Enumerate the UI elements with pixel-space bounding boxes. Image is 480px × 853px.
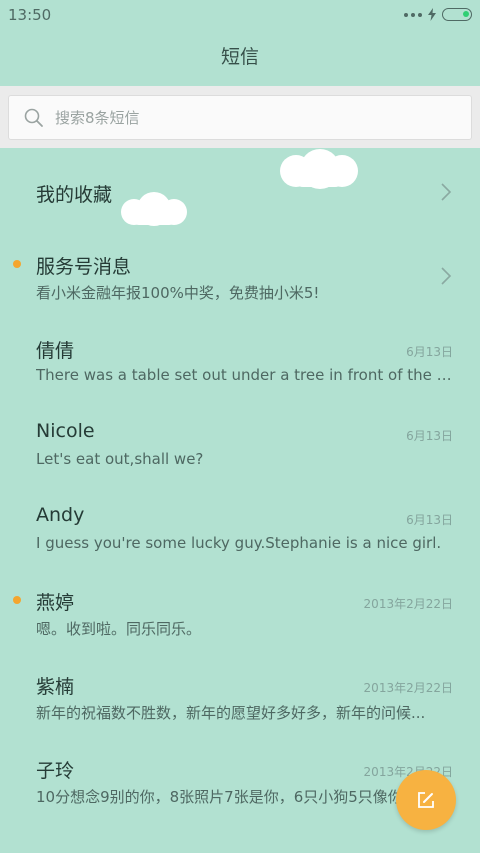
conversation-name: 倩倩 bbox=[36, 340, 75, 362]
conversation-name: Andy bbox=[36, 504, 85, 526]
unread-dot bbox=[13, 596, 21, 604]
conversation-item-service[interactable]: 服务号消息 看小米金融年报100%中奖，免费抽小米5! bbox=[0, 232, 480, 316]
compose-icon bbox=[418, 792, 434, 808]
conversation-item[interactable]: 倩倩 6月13日 There was a table set out under… bbox=[0, 316, 480, 400]
conversation-preview: I guess you're some lucky guy.Stephanie … bbox=[36, 534, 442, 552]
conversation-name: 服务号消息 bbox=[36, 256, 132, 278]
status-bar: 13:50 bbox=[0, 0, 480, 30]
battery-icon bbox=[442, 8, 472, 21]
status-time: 13:50 bbox=[8, 6, 52, 24]
compose-button[interactable] bbox=[396, 770, 456, 830]
conversation-item[interactable]: 燕婷 2013年2月22日 嗯。收到啦。同乐同乐。 bbox=[0, 568, 480, 652]
lightning-icon bbox=[428, 8, 436, 21]
chevron-right-icon bbox=[441, 183, 452, 201]
conversation-date: 2013年2月22日 bbox=[363, 597, 453, 611]
conversation-name: 燕婷 bbox=[36, 592, 75, 614]
conversation-name: Nicole bbox=[36, 420, 95, 442]
conversation-name: 子玲 bbox=[36, 760, 75, 782]
search-input[interactable]: 搜索8条短信 bbox=[8, 95, 472, 140]
conversation-name: 紫楠 bbox=[36, 676, 75, 698]
unread-dot bbox=[13, 260, 21, 268]
conversation-preview: Let's eat out,shall we? bbox=[36, 450, 204, 468]
conversation-preview: 嗯。收到啦。同乐同乐。 bbox=[36, 620, 202, 638]
conversation-preview: 看小米金融年报100%中奖，免费抽小米5! bbox=[36, 284, 320, 302]
conversation-preview: There was a table set out under a tree i… bbox=[36, 366, 456, 384]
conversation-item[interactable]: Andy 6月13日 I guess you're some lucky guy… bbox=[0, 484, 480, 568]
chevron-right-icon bbox=[441, 267, 452, 285]
page-title: 短信 bbox=[220, 46, 259, 68]
conversation-date: 2013年2月22日 bbox=[363, 681, 453, 695]
conversation-item[interactable]: Nicole 6月13日 Let's eat out,shall we? bbox=[0, 400, 480, 484]
search-placeholder: 搜索8条短信 bbox=[55, 109, 140, 127]
conversation-date: 6月13日 bbox=[406, 345, 453, 359]
conversation-preview: 新年的祝福数不胜数，新年的愿望好多好多，新年的问候... bbox=[36, 704, 426, 722]
status-icons bbox=[404, 8, 472, 21]
conversation-item[interactable]: 紫楠 2013年2月22日 新年的祝福数不胜数，新年的愿望好多好多，新年的问候.… bbox=[0, 652, 480, 736]
conversation-preview: 10分想念9别的你，8张照片7张是你，6只小狗5只像你 bbox=[36, 788, 403, 806]
more-dots-icon bbox=[404, 12, 422, 17]
search-bar: 搜索8条短信 bbox=[0, 86, 480, 148]
conversation-date: 6月13日 bbox=[406, 429, 453, 443]
conversation-date: 6月13日 bbox=[406, 513, 453, 527]
conversation-name: 我的收藏 bbox=[36, 184, 113, 206]
conversation-item-favorites[interactable]: 我的收藏 bbox=[0, 148, 480, 232]
search-icon bbox=[24, 108, 43, 127]
